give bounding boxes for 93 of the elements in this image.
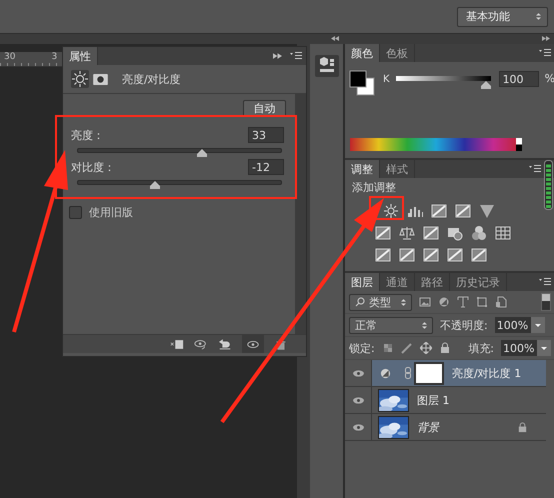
adjustment-icon[interactable] [431, 203, 447, 219]
eye-icon[interactable] [352, 396, 364, 404]
adjustment-icon[interactable] [423, 247, 439, 263]
panel-menu-icon[interactable] [529, 165, 542, 173]
layer-row[interactable]: 背景 [345, 414, 546, 441]
panel-tab[interactable]: 路径 [415, 273, 450, 291]
search-icon [355, 297, 365, 307]
panel-menu-icon[interactable] [539, 49, 552, 57]
adjustment-icon[interactable] [423, 225, 439, 241]
unit-label: % [544, 72, 554, 85]
lock-icon[interactable] [438, 342, 451, 354]
panel-menu-icon[interactable] [290, 52, 302, 60]
layer-name: 图层 1 [417, 392, 450, 408]
filter-dropdown[interactable]: 类型 [349, 294, 412, 310]
layer-name: 背景 [417, 420, 439, 434]
smart-object-icon[interactable] [495, 296, 507, 308]
panel-tab[interactable]: 样式 [380, 160, 415, 178]
slider-thumb[interactable] [480, 81, 491, 89]
triangle-icon[interactable] [479, 203, 495, 219]
adjustment-icon[interactable] [399, 247, 415, 263]
checkbox-label: 使用旧版 [89, 205, 133, 220]
shape-icon[interactable] [476, 296, 488, 308]
collapse-icon[interactable] [331, 36, 339, 41]
lock-label: 锁定: [349, 340, 375, 356]
trash-icon[interactable] [274, 338, 288, 350]
scale-icon[interactable] [399, 225, 415, 241]
panel-tab[interactable]: 调整 [345, 160, 380, 178]
expand-icon[interactable] [542, 36, 550, 41]
adjustment-icon[interactable] [471, 247, 487, 263]
opacity-label: 不透明度: [440, 318, 488, 332]
mask-icon [93, 74, 108, 84]
layer-row[interactable]: 图层 1 [345, 387, 546, 414]
clip-icon[interactable] [170, 338, 184, 350]
updown-icon [422, 320, 427, 330]
adjustment-icon[interactable] [471, 225, 487, 241]
reset-icon[interactable] [218, 338, 232, 350]
text-icon[interactable] [457, 296, 469, 308]
adjustment-icon[interactable] [375, 225, 391, 241]
move-icon[interactable] [420, 342, 432, 354]
value-field[interactable]: -12 [248, 159, 284, 175]
updown-icon [401, 298, 406, 306]
color-swatches[interactable] [349, 70, 375, 96]
grid-icon[interactable] [495, 225, 511, 241]
slider-thumb[interactable] [150, 181, 160, 189]
slider-label: 亮度： [71, 128, 104, 142]
ruler-label: 3 [51, 52, 58, 64]
section-heading: 添加调整 [352, 182, 397, 194]
expand-icon[interactable] [273, 53, 282, 59]
adjustment-icon[interactable] [438, 296, 450, 308]
workspace-dropdown[interactable]: 基本功能 [457, 6, 548, 26]
adjustment-icon[interactable] [455, 203, 471, 219]
sun-icon [71, 70, 89, 88]
panel-tab[interactable]: 属性 [63, 47, 98, 65]
layer-row[interactable]: 亮度/对比度 1 [345, 360, 546, 387]
panel-menu-icon[interactable] [539, 278, 552, 286]
adjustment-icon[interactable] [375, 247, 391, 263]
fill-label: 填充: [468, 340, 494, 356]
link-icon[interactable] [405, 367, 411, 379]
scrollbar[interactable] [295, 94, 306, 334]
filter-toggle[interactable] [541, 293, 552, 311]
eye-icon[interactable] [194, 338, 208, 350]
slider-label: 对比度： [71, 160, 115, 174]
color-spectrum[interactable] [350, 138, 522, 151]
layer-name: 亮度/对比度 1 [452, 366, 522, 380]
panel-tab[interactable]: 图层 [345, 273, 380, 291]
ruler-label: 30 [4, 52, 16, 64]
checkbox[interactable] [69, 206, 82, 219]
checker-icon[interactable] [382, 342, 394, 354]
panel-title: 亮度/对比度 [122, 72, 181, 86]
eye-icon[interactable] [352, 368, 364, 378]
updown-icon [536, 12, 541, 21]
channel-label: K [383, 74, 390, 85]
panel-tab[interactable]: 颜色 [345, 44, 380, 62]
lock-icon [517, 422, 528, 432]
panel-tab[interactable]: 历史记录 [450, 273, 507, 291]
blend-mode-dropdown[interactable]: 正常 [349, 316, 433, 334]
adjustment-icon [380, 368, 391, 378]
panel-tab[interactable]: 通道 [380, 273, 415, 291]
value-field[interactable]: 33 [248, 127, 284, 143]
adjustment-icon[interactable] [447, 247, 463, 263]
panel-tab[interactable]: 色板 [380, 44, 415, 62]
adjustment-icon[interactable] [447, 225, 463, 241]
mask-thumbnail[interactable] [414, 362, 444, 384]
sun-icon[interactable] [383, 203, 399, 219]
properties-icon[interactable] [314, 55, 338, 77]
value-field[interactable]: 100 [498, 71, 539, 87]
image-icon[interactable] [419, 296, 431, 308]
opacity-field[interactable]: 100% [494, 317, 531, 333]
eye-icon[interactable] [352, 422, 364, 432]
brush-icon[interactable] [400, 342, 413, 354]
slider-thumb[interactable] [196, 149, 207, 157]
eye-icon[interactable] [246, 338, 260, 350]
fill-field[interactable]: 100% [501, 340, 538, 356]
